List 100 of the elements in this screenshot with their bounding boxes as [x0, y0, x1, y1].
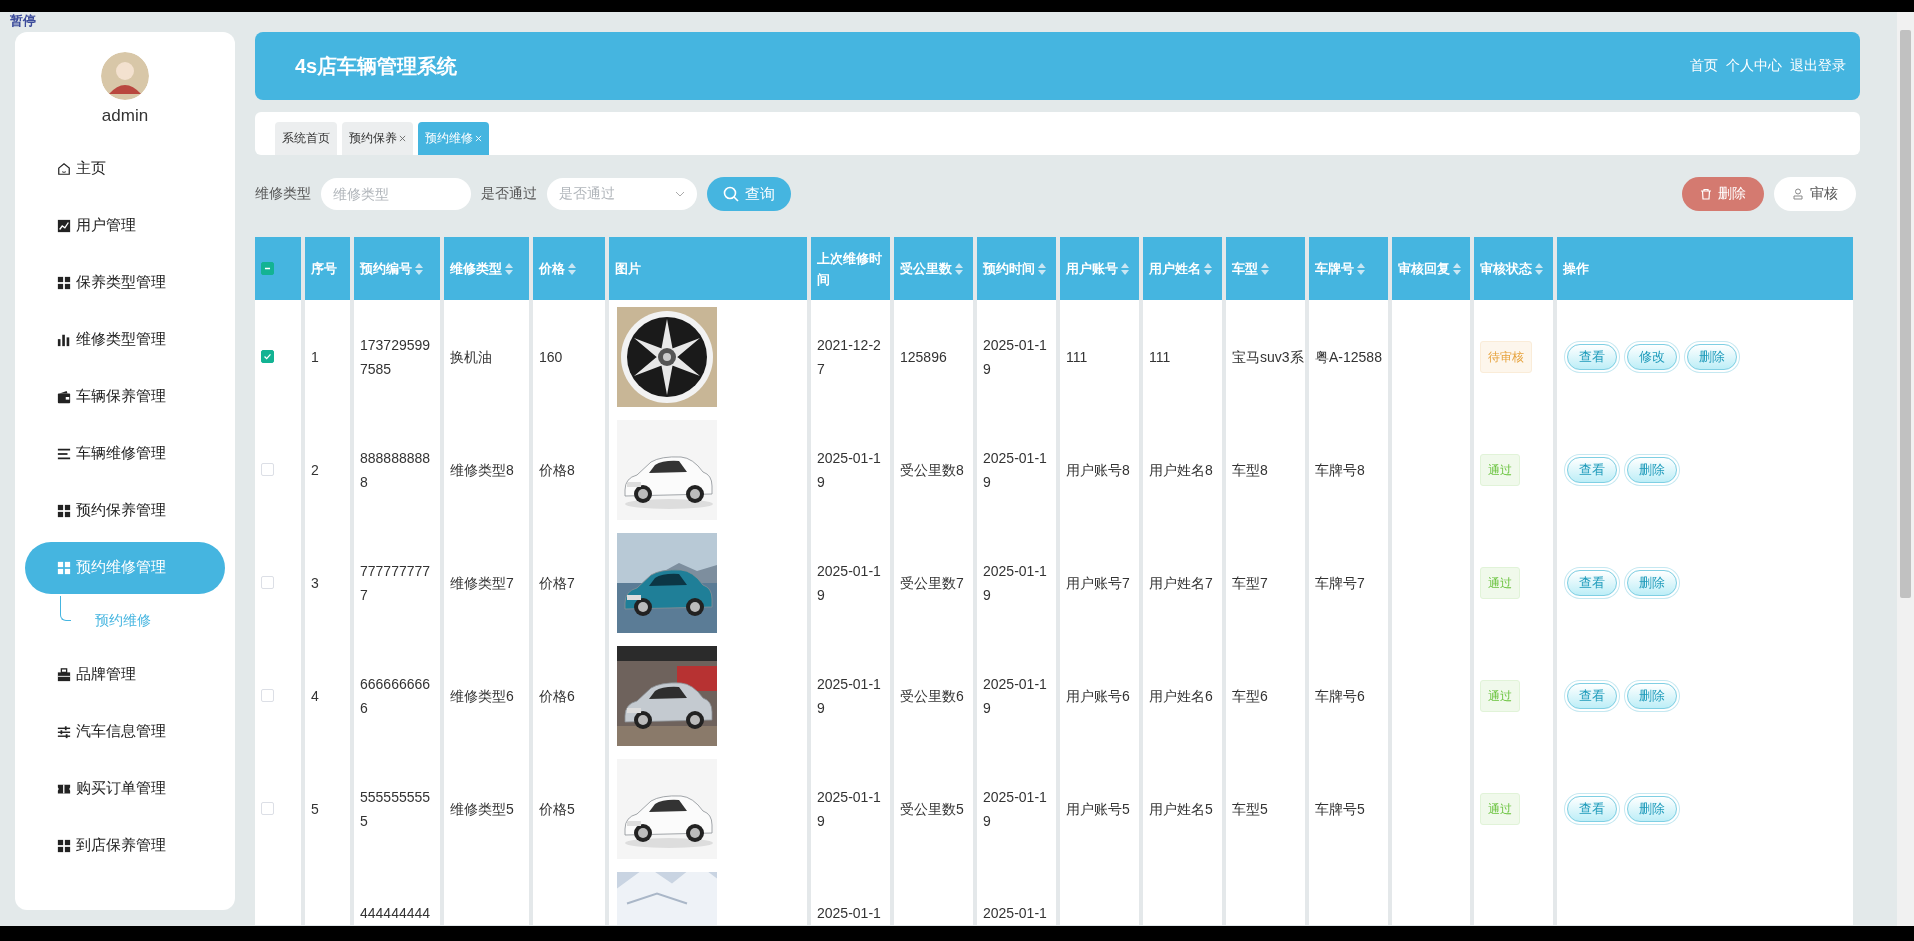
sort-icon[interactable]: [1121, 262, 1129, 275]
sort-icon[interactable]: [415, 262, 423, 275]
table-cell-text: 2025-01-19: [817, 787, 882, 831]
menu-item[interactable]: 用户管理: [25, 199, 225, 252]
table-cell-text: 1737295997585: [360, 335, 432, 379]
action-button[interactable]: 删除: [1627, 682, 1677, 709]
action-button[interactable]: 删除: [1627, 569, 1677, 596]
table-cell-text: 车型6: [1232, 686, 1268, 706]
action-button[interactable]: 查看: [1567, 795, 1617, 822]
table-cell-text: 维修类型7: [450, 573, 514, 593]
column-header[interactable]: 审核状态: [1470, 237, 1553, 300]
sort-icon[interactable]: [1453, 262, 1461, 275]
menu-item[interactable]: 购买订单管理: [25, 762, 225, 815]
table-cell-text: 2025-01-19: [817, 561, 882, 605]
menu-item[interactable]: 主页: [25, 142, 225, 195]
table-cell-text: 8888888888: [360, 448, 432, 492]
select-field[interactable]: 是否通过: [547, 178, 697, 210]
avatar: [101, 52, 149, 100]
toolbar-button[interactable]: 删除: [1682, 177, 1764, 211]
toolbar-button[interactable]: 审核: [1774, 177, 1856, 211]
menu-item[interactable]: 品牌管理: [25, 648, 225, 701]
action-button[interactable]: 修改: [1627, 343, 1677, 370]
status-tag: 通过: [1480, 792, 1520, 825]
app-title: 4s店车辆管理系统: [295, 53, 459, 79]
checkbox[interactable]: [261, 350, 274, 363]
sort-icon[interactable]: [505, 262, 513, 275]
table-cell-text: 5555555555: [360, 787, 432, 831]
action-button[interactable]: 删除: [1627, 456, 1677, 483]
table-cell-text: 2025-01-19: [983, 448, 1048, 492]
column-header[interactable]: 价格: [529, 237, 605, 300]
menu-item[interactable]: 车辆保养管理: [25, 370, 225, 423]
table-cell-text: 125896: [900, 347, 947, 367]
menu-item[interactable]: 保养类型管理: [25, 256, 225, 309]
column-header[interactable]: 预约时间: [973, 237, 1056, 300]
menu-item[interactable]: 预约保养管理: [25, 484, 225, 537]
menu-item[interactable]: 预约维修管理: [25, 541, 225, 594]
sort-icon[interactable]: [568, 262, 576, 275]
menu-item[interactable]: 汽车信息管理: [25, 705, 225, 758]
table-cell-text: 价格6: [539, 686, 575, 706]
chart-icon: [57, 218, 71, 233]
sort-icon[interactable]: [1204, 262, 1212, 275]
action-button[interactable]: 查看: [1567, 569, 1617, 596]
column-header[interactable]: 车牌号: [1305, 237, 1388, 300]
header-link[interactable]: 退出登录: [1790, 57, 1846, 75]
action-button[interactable]: 查看: [1567, 343, 1617, 370]
sort-icon[interactable]: [1038, 262, 1046, 275]
column-header[interactable]: 用户账号: [1056, 237, 1139, 300]
wallet-icon: [57, 389, 71, 404]
table-cell-text: 6666666666: [360, 674, 432, 718]
table-cell-text: 价格8: [539, 460, 575, 480]
action-button[interactable]: 删除: [1627, 795, 1677, 822]
table-cell-text: 111: [1149, 347, 1171, 367]
table-cell-text: 4: [311, 686, 319, 706]
table-cell-text: 车牌号7: [1315, 573, 1365, 593]
action-button[interactable]: 查看: [1567, 682, 1617, 709]
header-link[interactable]: 个人中心: [1726, 57, 1782, 75]
trash-icon: [1700, 188, 1712, 200]
pause-label: 暂停: [10, 13, 36, 29]
column-header[interactable]: 车型: [1222, 237, 1305, 300]
briefcase-icon: [57, 667, 71, 682]
action-button[interactable]: 删除: [1687, 343, 1737, 370]
tab[interactable]: 系统首页: [275, 122, 337, 155]
search-button[interactable]: 查询: [707, 177, 791, 211]
table-cell-text: 2025-01-19: [817, 448, 882, 492]
table-cell-text: 5: [311, 799, 319, 819]
table-cell-text: 车牌号8: [1315, 460, 1365, 480]
sliders-icon: [57, 724, 71, 739]
tab[interactable]: 预约维修: [418, 122, 489, 155]
sort-icon[interactable]: [1261, 262, 1269, 275]
menu-item[interactable]: 到店保养管理: [25, 819, 225, 872]
sort-icon[interactable]: [955, 262, 963, 275]
menu-item[interactable]: 车辆维修管理: [25, 427, 225, 480]
close-icon[interactable]: [399, 135, 406, 142]
sort-icon[interactable]: [1357, 262, 1365, 275]
table-cell-text: 换机油: [450, 347, 492, 367]
table-cell-text: 受公里数7: [900, 573, 964, 593]
table-cell-text: 受公里数6: [900, 686, 964, 706]
column-header[interactable]: 用户姓名: [1139, 237, 1222, 300]
column-header: 图片: [605, 237, 807, 300]
table-cell-text: 用户账号7: [1066, 573, 1130, 593]
table-cell-text: 2: [311, 460, 319, 480]
table-cell-text: 价格5: [539, 799, 575, 819]
input-field[interactable]: 维修类型: [321, 178, 471, 210]
scrollbar[interactable]: [1897, 12, 1914, 926]
column-header: 序号: [301, 237, 350, 300]
menu-item[interactable]: 维修类型管理: [25, 313, 225, 366]
action-button[interactable]: 查看: [1567, 456, 1617, 483]
column-header[interactable]: 预约编号: [350, 237, 440, 300]
table-cell-text: 444444444: [360, 904, 431, 923]
submenu-item[interactable]: 预约维修: [15, 596, 235, 646]
sort-icon[interactable]: [1535, 262, 1543, 275]
header-link[interactable]: 首页: [1690, 57, 1718, 75]
column-header[interactable]: 维修类型: [440, 237, 529, 300]
checkbox[interactable]: [261, 262, 274, 275]
bar-chart-icon: [57, 332, 71, 347]
column-header[interactable]: 审核回复: [1388, 237, 1470, 300]
tab[interactable]: 预约保养: [342, 122, 413, 155]
grid-icon: [57, 503, 71, 518]
column-header[interactable]: 受公里数: [890, 237, 973, 300]
table-cell-text: 车牌号5: [1315, 799, 1365, 819]
